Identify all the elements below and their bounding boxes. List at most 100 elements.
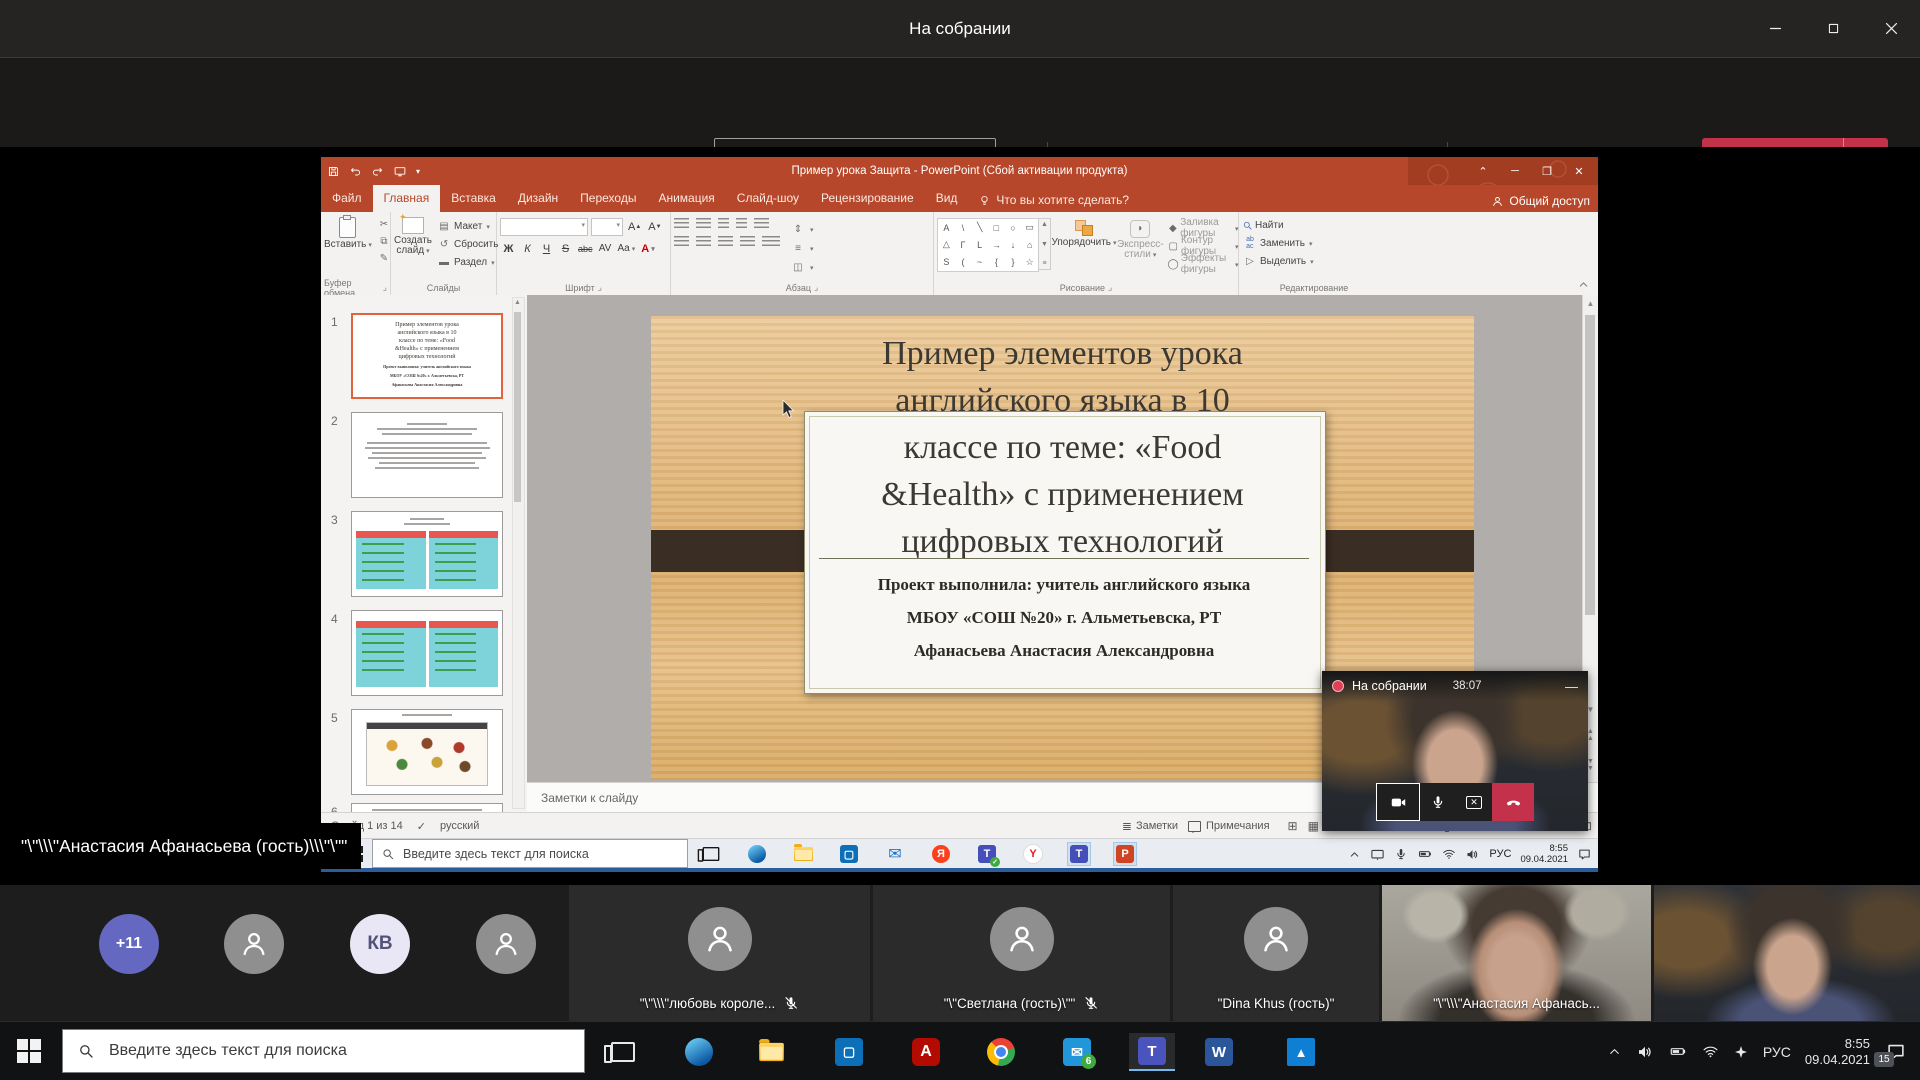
scroll-up-icon[interactable]: ▲ [1583,295,1598,311]
battery-icon[interactable] [1668,1043,1688,1060]
photos-icon[interactable]: ▲ [1278,1033,1324,1071]
meeting-pip-window[interactable]: На собрании 38:07 — ✕ [1322,671,1588,831]
slide-thumbnail-5[interactable] [351,709,503,795]
slide-thumbnail-3[interactable] [351,511,503,597]
start-button[interactable] [17,1039,41,1063]
tab-design[interactable]: Дизайн [507,185,569,212]
justify-button[interactable] [740,236,755,247]
ppt-share-button[interactable]: Общий доступ [1491,194,1590,208]
grow-font-button[interactable]: А▲ [626,220,643,235]
shapes-gallery-scroll[interactable]: ▲▼≡ [1039,218,1051,270]
pip-camera-button[interactable] [1376,783,1420,821]
language-indicator[interactable]: РУС [1763,1044,1791,1060]
scrollbar-thumb[interactable] [1585,315,1595,615]
ppt-maximize-button[interactable]: ❐ [1532,159,1562,183]
slide-thumbnail-4[interactable] [351,610,503,696]
tab-home[interactable]: Главная [373,185,441,212]
chrome-icon[interactable] [978,1033,1024,1071]
slideshow-icon[interactable] [393,165,407,178]
select-button[interactable]: ▷Выделить [1242,254,1386,268]
edge-icon[interactable] [676,1033,722,1071]
italic-button[interactable]: К [519,241,536,256]
pip-minimize-button[interactable]: — [1565,679,1578,694]
copy-button[interactable]: ⧉ [376,235,392,248]
shadow-button[interactable]: abc [576,241,595,256]
ppt-ribbon-options-button[interactable]: ⌃ [1468,159,1498,183]
collapse-ribbon-icon[interactable] [1577,278,1590,291]
spellcheck-icon[interactable]: ✓ [417,820,426,833]
pip-mic-button[interactable] [1420,783,1456,821]
shared-store-icon[interactable]: ▢ [837,842,861,866]
normal-view-button[interactable]: ⊞ [1288,819,1298,833]
align-center-button[interactable] [696,236,711,247]
participant-video-tile[interactable]: "\"\\\"Анастасия Афанась... [1382,885,1651,1021]
change-case-button[interactable]: Aa [616,241,638,256]
notes-toggle[interactable]: ≣Заметки [1122,819,1178,833]
ppt-minimize-button[interactable]: ─ [1500,159,1530,183]
shape-fill-button[interactable]: ◆Заливка фигуры [1168,221,1239,235]
align-text-button[interactable]: ≡ [790,240,814,256]
align-right-button[interactable] [718,236,733,247]
taskbar-clock[interactable]: 8:5509.04.2021 [1805,1036,1870,1068]
mail-icon[interactable]: ✉6 [1054,1033,1100,1071]
participant-tile[interactable]: "Dina Khus (гость)" [1173,885,1379,1021]
comments-toggle[interactable]: Примечания [1188,820,1270,832]
decrease-indent-button[interactable] [718,218,729,229]
shared-notification-icon[interactable] [1577,847,1592,862]
network-icon[interactable] [1702,1043,1719,1060]
tab-slideshow[interactable]: Слайд-шоу [726,185,810,212]
participant-video-tile[interactable] [1654,885,1920,1021]
layout-button[interactable]: ▤Макет [436,218,498,234]
font-color-button[interactable]: А [639,241,656,256]
shared-teams-icon[interactable]: T✓ [975,842,999,866]
shared-search-box[interactable]: Введите здесь текст для поиска [372,839,688,868]
format-painter-button[interactable]: ✎ [376,252,392,265]
slide-thumbnail-6[interactable] [351,803,503,812]
columns-button[interactable] [762,236,780,247]
participant-initials-avatar[interactable]: КВ [350,914,410,974]
shapes-gallery[interactable]: A\╲□○▭ △ΓL→↓⌂ S(~{}☆ [937,218,1039,272]
dialog-launcher-icon[interactable]: ⌟ [383,282,387,293]
text-direction-button[interactable]: ⇕ [790,221,814,237]
bullets-button[interactable] [674,218,689,229]
shared-file-explorer-icon[interactable] [791,842,815,866]
slide-thumbnail-1[interactable]: Пример элементов урока английского языка… [351,313,503,399]
tray-star-icon[interactable] [1733,1044,1749,1060]
cut-button[interactable]: ✂ [376,218,392,231]
tell-me-box[interactable]: Что вы хотите сделать? [968,188,1139,212]
find-button[interactable]: Найти [1242,218,1386,232]
window-minimize-button[interactable] [1746,0,1804,57]
language-indicator[interactable]: русский [440,820,479,832]
word-icon[interactable]: W [1196,1033,1242,1071]
mic-tray-icon[interactable] [1394,847,1408,861]
window-maximize-button[interactable] [1804,0,1862,57]
ppt-close-button[interactable]: ✕ [1564,159,1594,183]
volume-icon[interactable] [1465,847,1480,862]
strikethrough-button[interactable]: S [557,241,574,256]
pip-stop-share-button[interactable]: ✕ [1456,783,1492,821]
slide-title[interactable]: Пример элементов урока английского языка… [651,330,1474,565]
shared-yandex-browser-icon[interactable]: Я [929,842,953,866]
character-spacing-button[interactable]: AV [597,241,614,256]
font-name-combo[interactable] [500,218,588,236]
undo-icon[interactable] [349,165,362,178]
shared-mail-icon[interactable]: ✉ [883,842,907,866]
reset-button[interactable]: ↺Сбросить [436,236,498,252]
shape-effects-button[interactable]: ◯Эффекты фигуры [1168,257,1239,271]
pip-hangup-button[interactable] [1492,783,1534,821]
font-size-combo[interactable] [591,218,623,236]
quick-styles-button[interactable]: ◗ Экспресс-стили [1117,218,1164,261]
bold-button[interactable]: Ж [500,241,517,256]
battery-icon[interactable] [1417,847,1433,861]
shared-task-view-button[interactable] [699,842,723,866]
save-icon[interactable] [327,165,340,178]
shared-edge-icon[interactable] [745,842,769,866]
participant-tile[interactable]: "\"Светлана (гость)\"" [873,885,1170,1021]
shared-language-indicator[interactable]: РУС [1489,848,1511,860]
volume-icon[interactable] [1636,1043,1654,1061]
participant-avatar[interactable] [476,914,536,974]
store-icon[interactable]: ▢ [826,1033,872,1071]
shrink-font-button[interactable]: А▼ [646,220,663,235]
line-spacing-button[interactable] [754,218,769,229]
slide-sorter-button[interactable]: ▦ [1308,819,1319,833]
